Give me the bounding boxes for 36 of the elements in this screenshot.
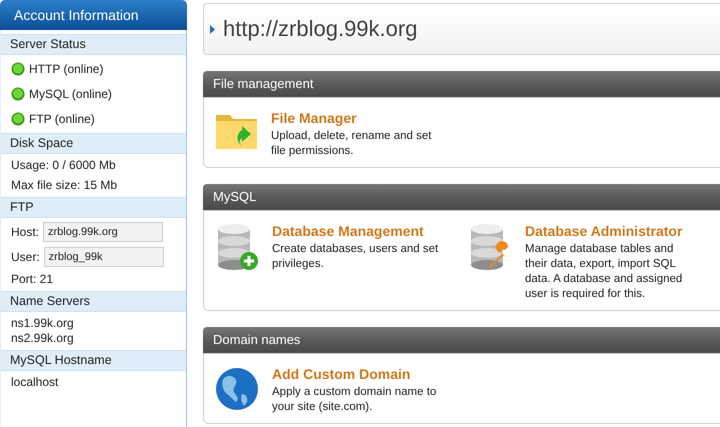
- site-address: http://zrblog.99k.org: [223, 16, 418, 42]
- status-text: FTP (online): [29, 112, 95, 126]
- input-field[interactable]: zrblog_99k: [44, 247, 164, 267]
- status-dot-icon: [11, 112, 25, 126]
- info-text: ns2.99k.org: [11, 331, 75, 346]
- tool-description: Apply a custom domain name to your site (site.com).: [272, 385, 438, 415]
- status-text: MySQL (online): [29, 87, 112, 101]
- tool-description: Manage database tables and their data, export, import SQL data. A database and assigned user is required for this.: [525, 242, 684, 302]
- info-text: Port: 21: [11, 272, 54, 287]
- field-label: Host:: [11, 225, 40, 239]
- section-heading: MySQL Hostname: [1, 350, 186, 371]
- globe-icon: [214, 366, 260, 412]
- arrow-icon: [210, 24, 215, 34]
- input-field[interactable]: zrblog.99k.org: [43, 222, 164, 242]
- tool-link[interactable]: Database Management: [272, 223, 444, 239]
- info-text: Usage: 0 / 6000 Mb: [11, 158, 117, 173]
- section-heading: Name Servers: [1, 291, 186, 312]
- tool-link[interactable]: Database Administrator: [525, 223, 697, 239]
- panel-title: Account Information: [0, 0, 187, 30]
- section-heading: Server Status: [1, 34, 186, 55]
- section-header: Domain names: [203, 327, 720, 353]
- info-text: ns1.99k.org: [11, 316, 75, 331]
- section-header: File management: [203, 71, 720, 97]
- status-dot-icon: [11, 62, 25, 76]
- tool-description: Upload, delete, rename and set file permissions.: [271, 129, 432, 159]
- section-heading: Disk Space: [1, 133, 186, 154]
- section-heading: FTP: [1, 197, 186, 218]
- section-header: MySQL: [203, 184, 720, 210]
- tool-description: Create databases, users and set privileges.: [272, 242, 440, 272]
- field-label: User:: [11, 250, 40, 264]
- info-text: localhost: [11, 375, 60, 390]
- tool-link[interactable]: File Manager: [271, 110, 443, 126]
- status-text: HTTP (online): [29, 62, 104, 76]
- info-text: Max file size: 15 Mb: [11, 178, 118, 193]
- tool-link[interactable]: Add Custom Domain: [272, 366, 444, 382]
- status-dot-icon: [11, 87, 25, 101]
